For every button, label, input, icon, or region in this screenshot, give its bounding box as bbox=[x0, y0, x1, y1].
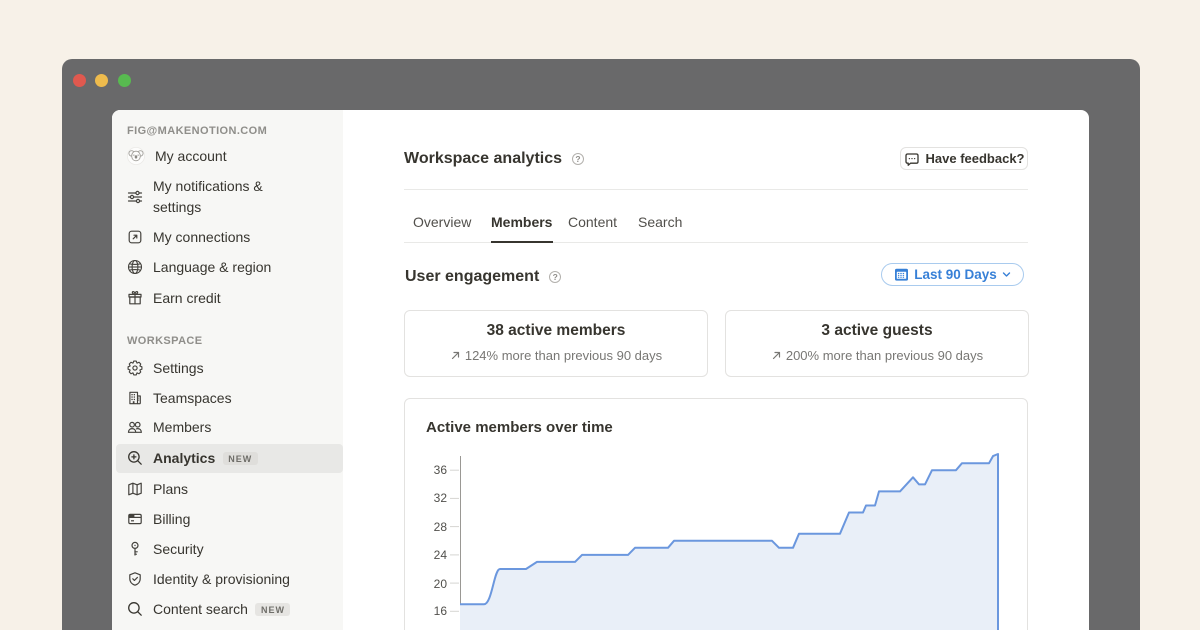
svg-text:32: 32 bbox=[434, 491, 448, 505]
svg-text:36: 36 bbox=[434, 463, 448, 477]
svg-text:24: 24 bbox=[434, 548, 448, 562]
svg-text:16: 16 bbox=[434, 604, 448, 618]
svg-text:20: 20 bbox=[434, 577, 448, 591]
svg-text:28: 28 bbox=[434, 520, 448, 534]
